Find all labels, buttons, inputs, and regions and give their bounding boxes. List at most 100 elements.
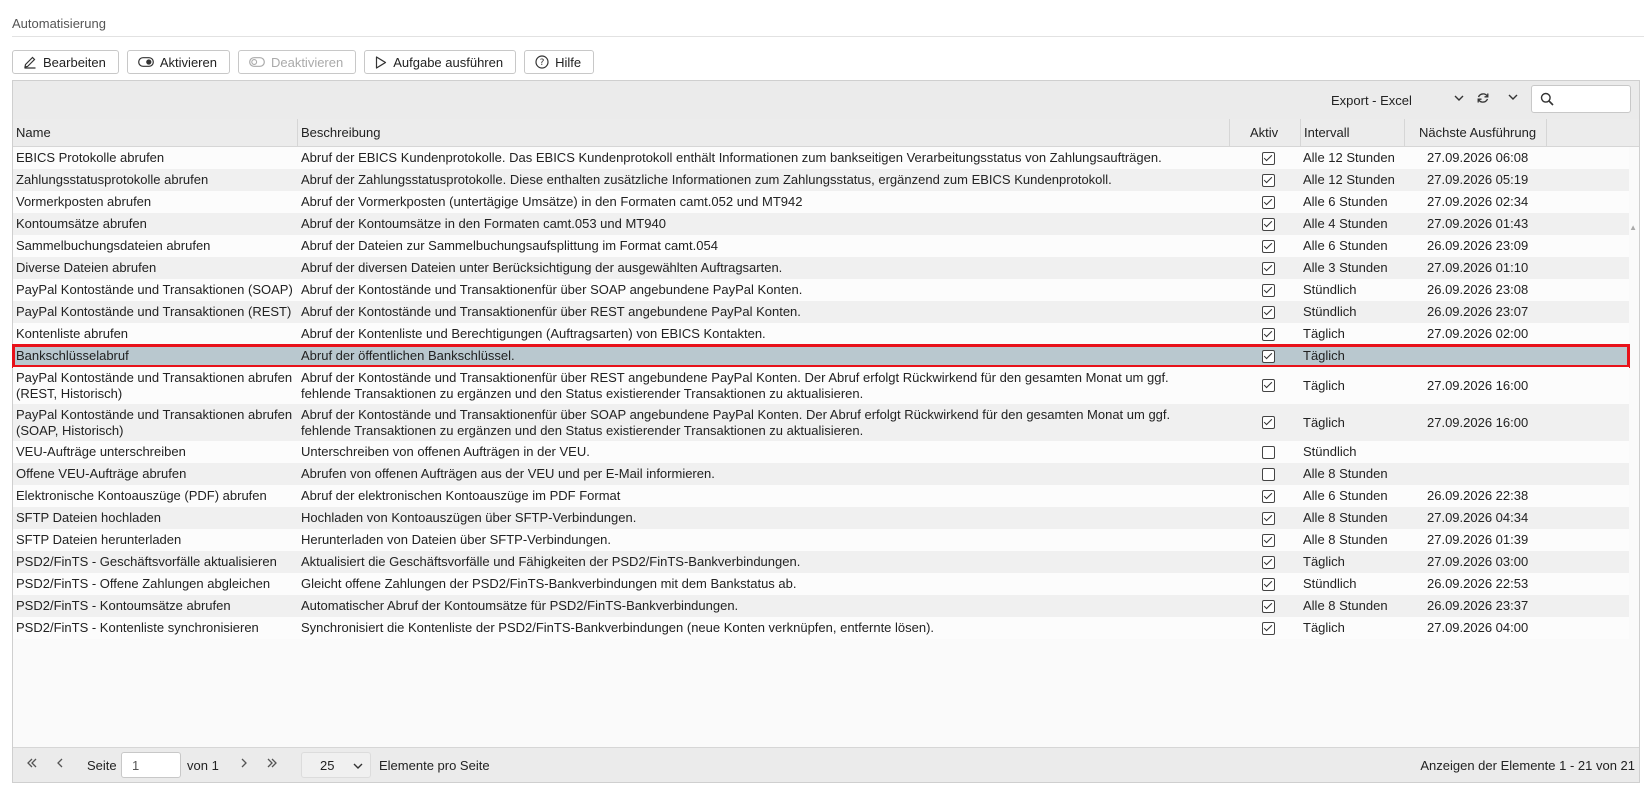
cell-description: Abruf der Kontostände und Transaktionenf… bbox=[301, 282, 803, 297]
checkbox-checked-icon[interactable] bbox=[1261, 555, 1275, 569]
cell-next-run: 27.09.2026 01:39 bbox=[1427, 532, 1529, 547]
checkbox-checked-icon[interactable] bbox=[1261, 151, 1275, 165]
table-row[interactable]: EBICS Protokolle abrufen Abruf der EBICS … bbox=[13, 147, 1629, 169]
first-page-button[interactable] bbox=[25, 757, 39, 771]
last-page-button[interactable] bbox=[265, 757, 279, 771]
chevron-down-icon bbox=[1453, 92, 1465, 107]
export-dropdown-label: Export - Excel bbox=[1331, 92, 1412, 108]
table-row[interactable]: Offene VEU-Aufträge abrufen Abrufen von o… bbox=[13, 463, 1629, 485]
search-box[interactable] bbox=[1531, 85, 1631, 113]
previous-page-button[interactable] bbox=[53, 757, 67, 771]
deactivate-button[interactable]: Deaktivieren bbox=[237, 50, 357, 74]
table-row[interactable]: Zahlungsstatusprotokolle abrufen Abruf de… bbox=[13, 169, 1629, 191]
cell-description: Herunterladen von Dateien über SFTP-Verb… bbox=[301, 532, 612, 547]
export-dropdown[interactable]: Export - Excel bbox=[1331, 90, 1464, 110]
table-row[interactable]: PSD2/FinTS - Kontoumsätze abrufen Automat… bbox=[13, 595, 1629, 617]
cell-description: Unterschreiben von offenen Aufträgen in … bbox=[301, 444, 590, 459]
search-input[interactable] bbox=[1558, 89, 1630, 111]
checkbox-checked-icon[interactable] bbox=[1261, 261, 1275, 275]
cell-next-run: 27.09.2026 01:43 bbox=[1427, 216, 1529, 231]
page-size-value: 25 bbox=[320, 757, 335, 773]
table-row[interactable]: Diverse Dateien abrufen Abruf der diverse… bbox=[13, 257, 1629, 279]
checkbox-checked-icon[interactable] bbox=[1261, 327, 1275, 341]
checkbox-checked-icon[interactable] bbox=[1261, 283, 1275, 297]
checkbox-checked-icon[interactable] bbox=[1261, 349, 1275, 363]
table-row[interactable]: PSD2/FinTS - Offene Zahlungen abgleichen… bbox=[13, 573, 1629, 595]
cell-interval: Täglich bbox=[1303, 620, 1345, 635]
checkbox-checked-icon[interactable] bbox=[1261, 416, 1275, 429]
checkbox-checked-icon[interactable] bbox=[1261, 599, 1275, 613]
play-icon bbox=[375, 55, 387, 69]
cell-active bbox=[1258, 551, 1278, 573]
checkbox-checked-icon[interactable] bbox=[1261, 305, 1275, 319]
help-button[interactable]: ? Hilfe bbox=[524, 50, 595, 74]
table-row[interactable]: PSD2/FinTS - Geschäftsvorfälle aktualisi… bbox=[13, 551, 1629, 573]
grid-toolbar: Export - Excel bbox=[13, 81, 1639, 120]
activate-button[interactable]: Aktivieren bbox=[126, 50, 230, 74]
table-row[interactable]: Sammelbuchungsdateien abrufen Abruf der D… bbox=[13, 235, 1629, 257]
checkbox-checked-icon[interactable] bbox=[1261, 577, 1275, 591]
cell-active bbox=[1258, 301, 1278, 323]
cell-next-run: 26.09.2026 22:38 bbox=[1427, 488, 1529, 503]
cell-next-run: 26.09.2026 23:07 bbox=[1427, 304, 1529, 319]
checkbox-checked-icon[interactable] bbox=[1261, 379, 1275, 392]
table-row[interactable]: Kontoumsätze abrufen Abruf der Kontoumsät… bbox=[13, 213, 1629, 235]
checkbox-checked-icon[interactable] bbox=[1261, 489, 1275, 503]
checkbox-unchecked-icon[interactable] bbox=[1261, 467, 1275, 481]
column-header-description[interactable]: Beschreibung bbox=[298, 119, 1230, 146]
scroll-up-arrow-icon[interactable]: ▲ bbox=[1629, 223, 1637, 232]
refresh-button[interactable] bbox=[1476, 91, 1490, 108]
page-number-input[interactable] bbox=[121, 752, 181, 778]
column-header-interval[interactable]: Intervall bbox=[1301, 119, 1405, 146]
run-task-button[interactable]: Aufgabe ausführen bbox=[364, 50, 517, 74]
cell-name: PayPal Kontostände und Transaktionen abr… bbox=[16, 369, 293, 401]
automation-grid: Export - Excel Name Beschreibung Aktiv I… bbox=[12, 80, 1640, 783]
page-size-select[interactable]: 25 bbox=[301, 752, 371, 778]
cell-description: Abrufen von offenen Aufträgen aus der VE… bbox=[301, 466, 715, 481]
checkbox-checked-icon[interactable] bbox=[1261, 533, 1275, 547]
cell-name: SFTP Dateien herunterladen bbox=[16, 532, 182, 547]
cell-active bbox=[1258, 279, 1278, 301]
chevron-right-icon bbox=[239, 757, 249, 772]
table-row[interactable]: SFTP Dateien hochladen Hochladen von Kont… bbox=[13, 507, 1629, 529]
table-row[interactable]: PayPal Kontostände und Transaktionen (SO… bbox=[13, 279, 1629, 301]
cell-name: Bankschlüsselabruf bbox=[16, 348, 129, 363]
cell-next-run bbox=[1427, 345, 1547, 367]
checkbox-unchecked-icon[interactable] bbox=[1261, 445, 1275, 459]
cell-name: Kontoumsätze abrufen bbox=[16, 216, 147, 231]
table-row[interactable]: PayPal Kontostände und Transaktionen (RE… bbox=[13, 301, 1629, 323]
table-row[interactable]: Vormerkposten abrufen Abruf der Vormerkpo… bbox=[13, 191, 1629, 213]
activate-button-label: Aktivieren bbox=[159, 54, 217, 70]
cell-next-run: 27.09.2026 06:08 bbox=[1427, 150, 1529, 165]
cell-interval: Alle 8 Stunden bbox=[1303, 532, 1388, 547]
table-row[interactable]: PayPal Kontostände und Transaktionen abr… bbox=[13, 367, 1629, 404]
table-row[interactable]: PSD2/FinTS - Kontenliste synchronisieren… bbox=[13, 617, 1629, 639]
cell-interval: Alle 6 Stunden bbox=[1303, 238, 1388, 253]
table-header: Name Beschreibung Aktiv Intervall Nächst… bbox=[13, 119, 1639, 147]
checkbox-checked-icon[interactable] bbox=[1261, 195, 1275, 209]
table-row-selected[interactable]: Bankschlüsselabruf Abruf der öffentlichen… bbox=[12, 344, 1630, 368]
cell-next-run: 27.09.2026 04:34 bbox=[1427, 510, 1529, 525]
page-count-label: von 1 bbox=[187, 758, 219, 773]
action-toolbar: Bearbeiten Aktivieren Deaktivieren Aufga… bbox=[12, 50, 595, 74]
table-row[interactable]: SFTP Dateien herunterladen Herunterladen … bbox=[13, 529, 1629, 551]
column-header-name[interactable]: Name bbox=[13, 119, 298, 146]
next-page-button[interactable] bbox=[237, 757, 251, 771]
table-row[interactable]: PayPal Kontostände und Transaktionen abr… bbox=[13, 404, 1629, 441]
table-row[interactable]: Kontenliste abrufen Abruf der Kontenliste… bbox=[13, 323, 1629, 345]
edit-button[interactable]: Bearbeiten bbox=[12, 50, 119, 74]
column-header-active[interactable]: Aktiv bbox=[1230, 119, 1301, 146]
column-header-next-run[interactable]: Nächste Ausführung bbox=[1405, 119, 1547, 146]
more-options-button[interactable] bbox=[1507, 91, 1519, 106]
cell-description: Abruf der Kontostände und Transaktionenf… bbox=[301, 369, 1169, 401]
checkbox-checked-icon[interactable] bbox=[1261, 621, 1275, 635]
table-row[interactable]: VEU-Aufträge unterschreiben Unterschreibe… bbox=[13, 441, 1629, 463]
checkbox-checked-icon[interactable] bbox=[1261, 239, 1275, 253]
table-row[interactable]: Elektronische Kontoauszüge (PDF) abrufen… bbox=[13, 485, 1629, 507]
checkbox-checked-icon[interactable] bbox=[1261, 511, 1275, 525]
help-button-label: Hilfe bbox=[555, 54, 582, 70]
checkbox-checked-icon[interactable] bbox=[1261, 217, 1275, 231]
checkbox-checked-icon[interactable] bbox=[1261, 173, 1275, 187]
cell-name: VEU-Aufträge unterschreiben bbox=[16, 444, 186, 459]
cell-name: Offene VEU-Aufträge abrufen bbox=[16, 466, 187, 481]
